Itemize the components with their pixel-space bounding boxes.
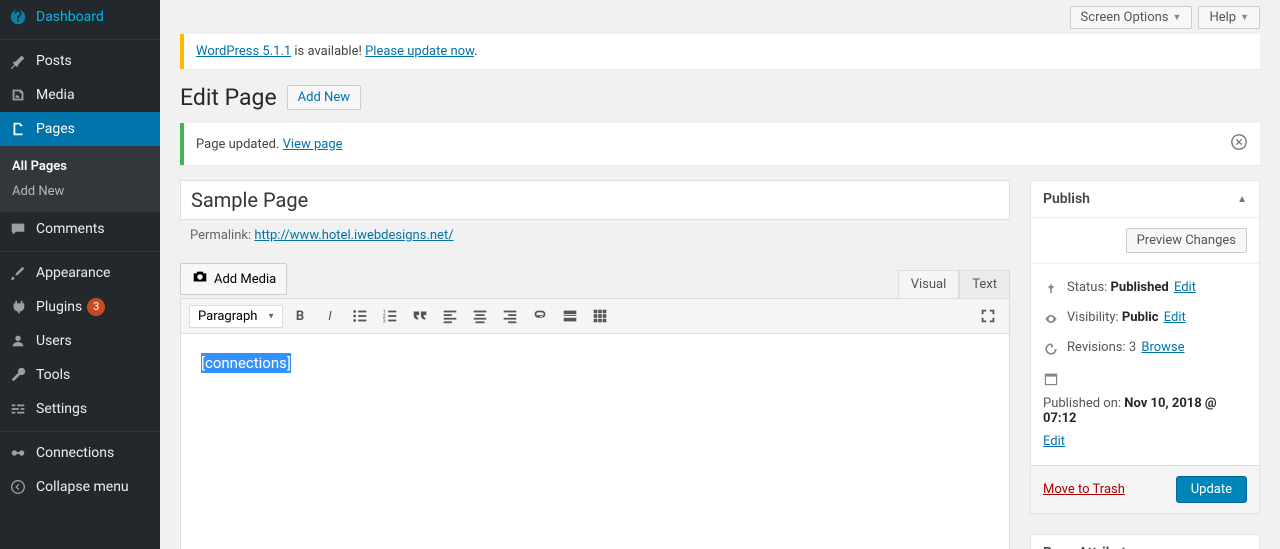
sidebar-label: Users [36,333,72,349]
collapse-icon [8,477,28,497]
pin-icon [1043,280,1059,298]
main-content: Screen Options ▼ Help ▼ WordPress 5.1.1 … [160,0,1280,549]
sidebar-item-dashboard[interactable]: Dashboard [0,0,160,34]
plug-icon [8,297,28,317]
align-left-button[interactable] [437,303,463,329]
format-select[interactable]: Paragraph [189,305,283,328]
plugins-count-badge: 3 [87,298,105,316]
update-button[interactable]: Update [1176,476,1247,503]
update-notice: WordPress 5.1.1 is available! Please upd… [180,34,1260,69]
sidebar-label: Collapse menu [36,479,129,495]
sidebar-item-users[interactable]: Users [0,324,160,358]
preview-changes-button[interactable]: Preview Changes [1126,228,1247,253]
dashboard-icon [8,7,28,27]
sliders-icon [8,399,28,419]
sidebar-item-plugins[interactable]: Plugins 3 [0,290,160,324]
add-new-button[interactable]: Add New [287,85,361,110]
page-updated-notice: Page updated. View page [180,123,1260,165]
toolbar-toggle-button[interactable] [587,303,613,329]
edit-status-link[interactable]: Edit [1174,280,1196,295]
visual-tab[interactable]: Visual [898,270,960,299]
align-right-button[interactable] [497,303,523,329]
sidebar-item-comments[interactable]: Comments [0,212,160,246]
sidebar-submenu-pages: All Pages Add New [0,146,160,212]
sidebar-item-posts[interactable]: Posts [0,44,160,78]
chevron-down-icon: ▼ [1173,12,1182,23]
sidebar-item-appearance[interactable]: Appearance [0,256,160,290]
sidebar-item-media[interactable]: Media [0,78,160,112]
sidebar-subitem-add-new[interactable]: Add New [0,179,160,204]
publish-metabox: Publish▲ Preview Changes Status: Publish… [1030,180,1260,514]
calendar-icon [1043,370,1059,388]
edit-date-link[interactable]: Edit [1043,434,1247,449]
align-center-button[interactable] [467,303,493,329]
sidebar-label: Tools [36,367,70,383]
sidebar-item-settings[interactable]: Settings [0,392,160,426]
italic-button[interactable]: I [317,303,343,329]
sidebar-label: Plugins [36,299,82,315]
editor-content-selection: [connections] [201,353,291,373]
user-icon [8,331,28,351]
eye-icon [1043,310,1059,328]
sidebar-label: Pages [36,121,75,137]
sidebar-item-tools[interactable]: Tools [0,358,160,392]
link-button[interactable] [527,303,553,329]
browse-revisions-link[interactable]: Browse [1141,340,1184,355]
revisions-icon [1043,340,1059,358]
text-tab[interactable]: Text [959,270,1010,299]
page-attributes-metabox: Page Attributes▲ Order Need help? Use th… [1030,534,1260,549]
pin-icon [8,51,28,71]
read-more-button[interactable] [557,303,583,329]
svg-text:3: 3 [383,318,386,324]
media-icon [8,85,28,105]
page-title-input[interactable] [180,180,1010,220]
view-page-link[interactable]: View page [283,137,343,152]
content-editor[interactable]: [connections] [180,334,1010,549]
link-icon [8,443,28,463]
sidebar-item-pages[interactable]: Pages [0,112,160,146]
quote-button[interactable] [407,303,433,329]
sidebar-label: Comments [36,221,105,237]
dismiss-notice-button[interactable] [1230,133,1248,155]
permalink-row: Permalink: http://www.hotel.iwebdesigns.… [180,220,1010,243]
sidebar-item-connections[interactable]: Connections [0,436,160,470]
wordpress-version-link[interactable]: WordPress 5.1.1 [196,44,291,59]
page-icon [8,119,28,139]
chevron-down-icon: ▼ [1240,12,1249,23]
bullet-list-button[interactable] [347,303,373,329]
sidebar-label: Connections [36,445,114,461]
sidebar-label: Dashboard [36,9,104,25]
wrench-icon [8,365,28,385]
toggle-panel-icon[interactable]: ▲ [1237,194,1247,205]
edit-visibility-link[interactable]: Edit [1164,310,1186,325]
sidebar-subitem-all-pages[interactable]: All Pages [0,154,160,179]
bold-button[interactable]: B [287,303,313,329]
sidebar-label: Media [36,87,75,103]
page-title: Edit Page [180,84,277,111]
publish-heading: Publish▲ [1031,181,1259,218]
fullscreen-button[interactable] [975,303,1001,329]
sidebar-collapse[interactable]: Collapse menu [0,470,160,504]
admin-sidebar: Dashboard Posts Media Pages All Pages Ad… [0,0,160,549]
brush-icon [8,263,28,283]
sidebar-label: Posts [36,53,72,69]
sidebar-label: Settings [36,401,87,417]
page-attributes-heading: Page Attributes▲ [1031,535,1259,549]
editor-toolbar: Paragraph B I 123 [180,298,1010,334]
update-now-link[interactable]: Please update now [365,44,474,59]
numbered-list-button[interactable]: 123 [377,303,403,329]
comment-icon [8,219,28,239]
move-to-trash-link[interactable]: Move to Trash [1043,482,1125,497]
permalink-url-link[interactable]: http://www.hotel.iwebdesigns.net/ [254,228,453,243]
help-button[interactable]: Help ▼ [1198,6,1260,29]
sidebar-label: Appearance [36,265,110,281]
screen-options-button[interactable]: Screen Options ▼ [1070,6,1193,29]
